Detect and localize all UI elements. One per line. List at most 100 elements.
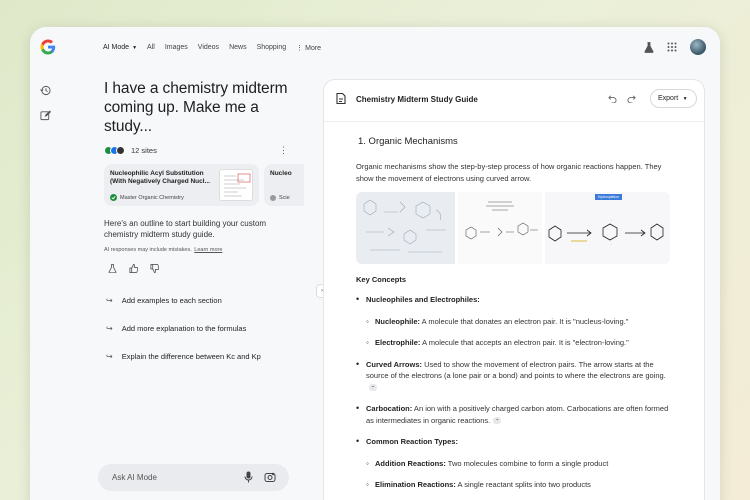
export-label: Export <box>658 95 679 102</box>
source-card-site: Scie <box>270 195 290 201</box>
browser-window: AI Mode ▼ All Images Videos News Shopping… <box>30 27 720 500</box>
tab-news[interactable]: News <box>229 44 247 52</box>
concept-item: Carbocation: An ion with a positively ch… <box>356 403 676 426</box>
camera-lens-icon[interactable] <box>264 471 276 483</box>
header-actions <box>644 39 706 55</box>
image-badge: Hydroxylation <box>594 194 623 200</box>
site-check-icon <box>110 194 117 201</box>
concept-term: Nucleophiles and Electrophiles: <box>366 295 480 304</box>
source-cards: Nucleophilic Acyl Substitution (With Neg… <box>104 164 304 206</box>
source-thumbnail <box>219 169 253 201</box>
concept-item: Nucleophiles and Electrophiles: <box>356 294 676 306</box>
ask-placeholder: Ask AI Mode <box>112 473 157 482</box>
concept-term: Electrophile: <box>375 338 421 347</box>
chalkboard-image[interactable] <box>356 192 456 264</box>
search-tabs: AI Mode ▼ All Images Videos News Shopping… <box>103 44 331 52</box>
avatar[interactable] <box>690 39 706 55</box>
conversation-panel: I have a chemistry midterm coming up. Ma… <box>104 79 304 370</box>
sites-count: 12 sites <box>131 146 157 155</box>
concept-item: Curved Arrows: Used to show the movement… <box>356 359 676 394</box>
thumbs-up-icon[interactable] <box>129 264 138 273</box>
tab-ai-mode[interactable]: AI Mode ▼ <box>103 44 137 52</box>
concept-text: A single reactant splits into two produc… <box>455 480 591 489</box>
concept-term: Nucleophile: <box>375 316 421 326</box>
suggestion-label: Explain the difference between Kc and Kp <box>121 351 261 361</box>
tab-images[interactable]: Images <box>165 44 188 52</box>
sources-row[interactable]: 12 sites ⋮ <box>104 145 294 156</box>
export-button[interactable]: Export ▼ <box>650 89 697 108</box>
mic-icon[interactable] <box>244 471 253 483</box>
source-card-title: Nucleo <box>270 170 292 177</box>
history-icon[interactable] <box>40 85 51 96</box>
apps-grid-icon[interactable] <box>667 42 677 52</box>
source-card[interactable]: Nucleo Scie <box>264 164 304 206</box>
study-guide-canvas: Chemistry Midterm Study Guide Export ▼ 1… <box>323 79 705 500</box>
return-arrow-icon: ↪ <box>106 295 113 305</box>
source-card-site: Master Organic Chemistry <box>110 194 184 201</box>
tab-all[interactable]: All <box>147 44 155 52</box>
canvas-header: Chemistry Midterm Study Guide Export ▼ <box>324 80 704 122</box>
flask-icon[interactable] <box>644 41 654 53</box>
concept-term: Carbocation: <box>366 404 413 413</box>
favicon <box>116 146 125 155</box>
flask-icon[interactable] <box>108 264 117 273</box>
google-logo[interactable] <box>39 38 57 56</box>
disclaimer: AI responses may include mistakes. Learn… <box>104 247 294 253</box>
tab-more[interactable]: ⋮ More <box>296 44 321 52</box>
concept-text: A molecule that donates an electron pair… <box>420 316 629 326</box>
citation-link-icon[interactable]: ⌁ <box>369 384 377 392</box>
caret-down-icon: ▼ <box>681 96 688 102</box>
suggestion-item[interactable]: ↪ Add more explanation to the formulas <box>104 314 294 342</box>
tab-shopping[interactable]: Shopping <box>257 44 287 52</box>
suggestion-label: Add more explanation to the formulas <box>121 323 247 333</box>
document-icon <box>336 92 346 105</box>
concept-item: Nucleophile: A molecule that donates an … <box>366 316 676 328</box>
answer-text: Here's an outline to start building your… <box>104 219 267 239</box>
concept-item: Addition Reactions: Two molecules combin… <box>366 458 676 470</box>
concept-item: Electrophile: A molecule that accepts an… <box>366 337 676 349</box>
image-strip: Hydroxylation · · <box>356 192 670 264</box>
tab-videos[interactable]: Videos <box>198 44 219 52</box>
concept-text: An ion with a positively charged carbon … <box>366 404 669 425</box>
ask-input[interactable]: Ask AI Mode <box>98 464 289 491</box>
concept-term: Elimination Reactions: <box>375 480 456 489</box>
concept-text: A molecule that accepts an electron pair… <box>420 338 629 347</box>
svg-text:·: · <box>611 242 612 247</box>
canvas-title: Chemistry Midterm Study Guide <box>356 95 478 104</box>
concept-term: Curved Arrows: <box>366 359 422 369</box>
disclaimer-text: AI responses may include mistakes. <box>104 247 192 253</box>
undo-icon[interactable] <box>608 94 617 103</box>
intro-paragraph: Organic mechanisms show the step-by-step… <box>356 162 662 183</box>
concept-term: Addition Reactions: <box>375 458 446 468</box>
concept-item: Elimination Reactions: A single reactant… <box>366 479 676 491</box>
source-card-site-name: Scie <box>279 195 290 201</box>
concept-text: Two molecules combine to form a single p… <box>445 458 609 468</box>
site-globe-icon <box>270 195 276 201</box>
site-favicons <box>104 146 125 155</box>
source-card[interactable]: Nucleophilic Acyl Substitution (With Neg… <box>104 164 259 206</box>
citation-link-icon[interactable]: ⌁ <box>493 417 502 425</box>
learn-more-link[interactable]: Learn more <box>194 247 222 253</box>
caret-down-icon: ▼ <box>132 45 138 51</box>
top-bar: AI Mode ▼ All Images Videos News Shopping… <box>30 27 720 71</box>
key-concepts-heading: Key Concepts <box>356 275 407 284</box>
concept-term: Common Reaction Types: <box>366 437 458 446</box>
redo-icon[interactable] <box>627 94 636 103</box>
more-options-icon[interactable]: ⋮ <box>279 145 288 156</box>
return-arrow-icon: ↪ <box>106 323 113 333</box>
svg-text:·: · <box>611 218 612 223</box>
concept-list: Nucleophiles and Electrophiles: Nucleophi… <box>356 294 676 500</box>
suggestion-item[interactable]: ↪ Explain the difference between Kc and K… <box>104 342 294 370</box>
suggestion-item[interactable]: ↪ Add examples to each section <box>104 286 294 314</box>
feedback-row <box>108 264 294 273</box>
thumbs-down-icon[interactable] <box>150 264 159 273</box>
section-heading: 1. Organic Mechanisms <box>358 136 458 147</box>
concept-item: Common Reaction Types: <box>356 436 676 448</box>
hydroxylation-image[interactable]: Hydroxylation · · <box>544 192 670 264</box>
mechanism-diagram-image[interactable] <box>458 192 542 264</box>
user-query: I have a chemistry midterm coming up. Ma… <box>104 80 288 135</box>
source-card-title: Nucleophilic Acyl Substitution (With Neg… <box>110 170 210 185</box>
new-chat-icon[interactable] <box>40 110 51 121</box>
canvas-body: 1. Organic Mechanisms Organic mechanisms… <box>356 136 676 500</box>
source-card-site-name: Master Organic Chemistry <box>120 194 184 201</box>
